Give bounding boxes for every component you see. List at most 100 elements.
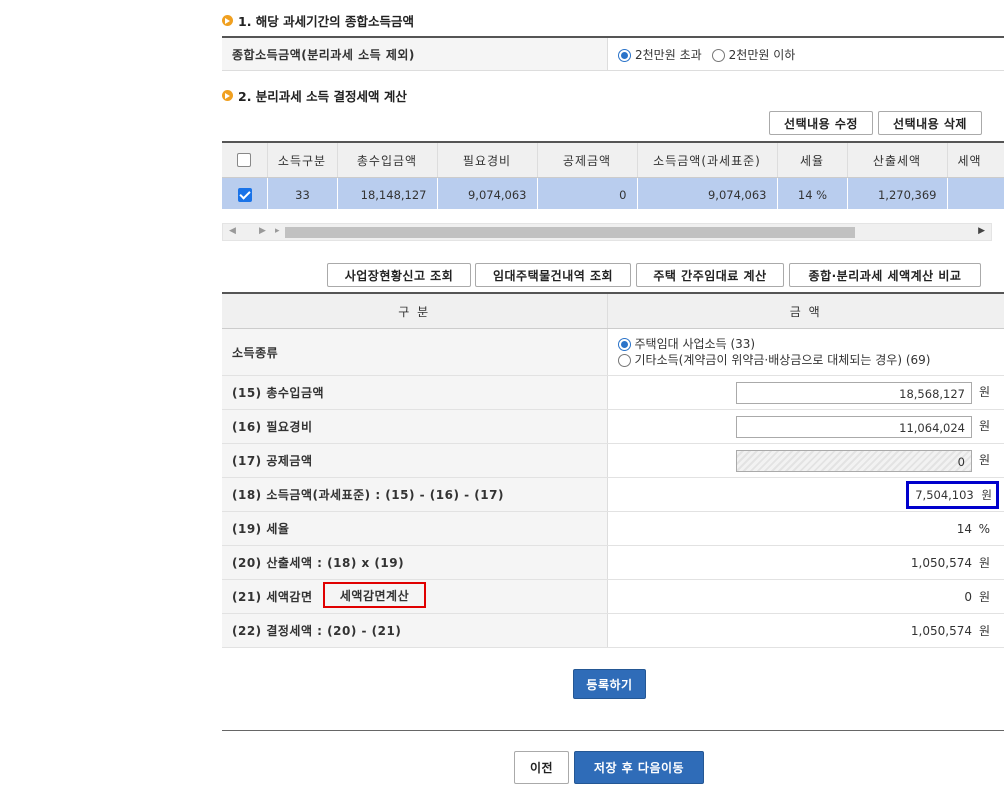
calc-table: 구 분 금 액 소득종류 주택임대 사업소득 (33) 기타소득(계약금이 위약…	[222, 292, 1004, 648]
unit: 원	[981, 487, 992, 502]
income-type-row: 소득종류 주택임대 사업소득 (33) 기타소득(계약금이 위약금·배상금으로 …	[222, 328, 1004, 376]
scroll-right-icon[interactable]: ▶	[978, 226, 985, 236]
divider	[222, 730, 1004, 731]
scroll-right-small-icon[interactable]: ▶	[259, 226, 266, 236]
calc-label: (19) 세율	[222, 511, 608, 546]
delete-selection-button[interactable]: 선택내용 삭제	[878, 111, 982, 135]
expense-input[interactable]: 11,064,024	[736, 415, 972, 438]
calc-header-row: 구 분 금 액	[222, 294, 1004, 329]
calc-header: 구 분	[222, 294, 608, 329]
unit: 원	[978, 419, 990, 433]
grid-cell: 1,270,369	[847, 177, 948, 209]
scrollbar-thumb[interactable]	[285, 227, 855, 238]
grid-cell: 0	[537, 177, 638, 209]
grid-header: 소득구분	[267, 143, 338, 178]
grid-header: 소득금액(과세표준)	[637, 143, 778, 178]
register-button[interactable]: 등록하기	[573, 669, 646, 699]
final-tax-value: 1,050,574	[910, 624, 972, 638]
row-checkbox[interactable]	[222, 177, 268, 209]
grid-cell: 33	[267, 177, 338, 209]
grid-header: 세율	[777, 143, 848, 178]
rental-housing-button[interactable]: 임대주택물건내역 조회	[475, 263, 631, 287]
grid-cell: 9,074,063	[637, 177, 778, 209]
tax-reduction-calc-button[interactable]: 세액감면계산	[323, 582, 426, 608]
scroll-left-icon[interactable]: ◀	[229, 226, 236, 236]
total-income-label: 종합소득금액(분리과세 소득 제외)	[222, 38, 608, 70]
grid-header: 산출세액	[847, 143, 948, 178]
calc-row-22: (22) 결정세액 : (20) - (21) 1,050,574 원	[222, 613, 1004, 648]
unit: 원	[978, 624, 990, 638]
calc-row-16: (16) 필요경비 11,064,024 원	[222, 409, 1004, 444]
unit: 원	[978, 453, 990, 467]
checkbox-checked-icon[interactable]	[237, 187, 252, 202]
calc-label: (21) 세액감면	[232, 590, 313, 604]
grid-cell: 9,074,063	[437, 177, 538, 209]
section1-title: 1. 해당 과세기간의 종합소득금액	[222, 10, 414, 30]
option-over-label: 2천만원 초과	[635, 47, 702, 62]
radio-on-icon[interactable]	[617, 338, 631, 351]
radio-off-icon[interactable]	[617, 354, 631, 367]
calc-label: (17) 공제금액	[222, 443, 608, 478]
unit: 원	[978, 385, 990, 399]
taxable-income-highlight: 7,504,103 원	[906, 480, 999, 509]
calc-label: (18) 소득금액(과세표준) : (15) - (16) - (17)	[222, 477, 608, 512]
option-other-income[interactable]: 기타소득(계약금이 위약금·배상금으로 대체되는 경우) (69)	[617, 352, 1004, 368]
prev-button[interactable]: 이전	[514, 751, 569, 784]
save-next-button[interactable]: 저장 후 다음이동	[574, 751, 704, 784]
calc-header: 금 액	[607, 294, 1004, 329]
grid-select-all[interactable]	[222, 143, 268, 178]
calc-row-21: (21) 세액감면 세액감면계산 0원	[222, 579, 1004, 614]
calc-label: (16) 필요경비	[222, 409, 608, 444]
table-row[interactable]: 33 18,148,127 9,074,063 0 9,074,063 14 %…	[222, 177, 1004, 209]
calc-label: (22) 결정세액 : (20) - (21)	[222, 613, 608, 648]
section1-title-text: 1. 해당 과세기간의 종합소득금액	[238, 13, 415, 29]
calc-row-18: (18) 소득금액(과세표준) : (15) - (16) - (17) 7,5…	[222, 477, 1004, 512]
grid-cell: 18,148,127	[337, 177, 438, 209]
income-grid: 소득구분 총수입금액 필요경비 공제금액 소득금액(과세표준) 세율 산출세액 …	[222, 141, 1004, 209]
option-label: 주택임대 사업소득 (33)	[634, 337, 756, 351]
grid-header: 필요경비	[437, 143, 538, 178]
radio-over-icon[interactable]	[618, 48, 631, 62]
checkbox-icon[interactable]	[237, 153, 252, 168]
calc-row-19: (19) 세율 14%	[222, 511, 1004, 546]
option-housing-rental[interactable]: 주택임대 사업소득 (33)	[617, 336, 1004, 352]
grid-header-row: 소득구분 총수입금액 필요경비 공제금액 소득금액(과세표준) 세율 산출세액 …	[222, 143, 1004, 178]
bullet-icon	[222, 14, 233, 26]
unit: 원	[978, 590, 990, 604]
section2-title-text: 2. 분리과세 소득 결정세액 계산	[238, 88, 407, 104]
grid-cell: 14 %	[777, 177, 848, 209]
deduction-input: 0	[736, 449, 972, 472]
tax-rate-value: 14	[956, 521, 972, 536]
unit: %	[978, 521, 990, 536]
deemed-rent-button[interactable]: 주택 간주임대료 계산	[636, 263, 784, 287]
content-area: 1. 해당 과세기간의 종합소득금액 종합소득금액(분리과세 소득 제외) 2천…	[222, 0, 1004, 795]
edit-selection-button[interactable]: 선택내용 수정	[769, 111, 873, 135]
tax-reduction-value: 0	[964, 590, 972, 604]
total-income-row: 종합소득금액(분리과세 소득 제외) 2천만원 초과 2천만원 이하	[222, 36, 1004, 71]
calc-label: (20) 산출세액 : (18) x (19)	[222, 545, 608, 580]
tax-compare-button[interactable]: 종합·분리과세 세액계산 비교	[789, 263, 981, 287]
calc-row-17: (17) 공제금액 0원	[222, 443, 1004, 478]
total-revenue-input[interactable]: 18,568,127	[736, 381, 972, 404]
business-report-button[interactable]: 사업장현황신고 조회	[327, 263, 471, 287]
grid-cell	[947, 177, 1004, 209]
calc-label: (15) 총수입금액	[222, 375, 608, 410]
option-under-label: 2천만원 이하	[728, 47, 796, 62]
grid-header: 총수입금액	[337, 143, 438, 178]
unit: 원	[978, 556, 990, 570]
radio-under-icon[interactable]	[711, 48, 725, 62]
option-under-20m[interactable]: 2천만원 이하	[711, 46, 796, 63]
calc-row-15: (15) 총수입금액 18,568,127 원	[222, 375, 1004, 410]
option-over-20m[interactable]: 2천만원 초과	[618, 46, 702, 63]
income-type-label: 소득종류	[222, 328, 608, 376]
grid-header: 세액	[947, 143, 1004, 178]
horizontal-scrollbar[interactable]: ◀ ▶ ▸ ▶	[222, 223, 992, 241]
scroll-right-small-icon[interactable]: ▸	[275, 226, 280, 236]
bullet-icon	[222, 89, 233, 101]
taxable-income-value: 7,504,103	[915, 487, 974, 502]
computed-tax-value: 1,050,574	[910, 556, 972, 570]
option-label: 기타소득(계약금이 위약금·배상금으로 대체되는 경우) (69)	[634, 353, 931, 367]
section2-title: 2. 분리과세 소득 결정세액 계산	[222, 85, 407, 105]
grid-header: 공제금액	[537, 143, 638, 178]
calc-row-20: (20) 산출세액 : (18) x (19) 1,050,574 원	[222, 545, 1004, 580]
